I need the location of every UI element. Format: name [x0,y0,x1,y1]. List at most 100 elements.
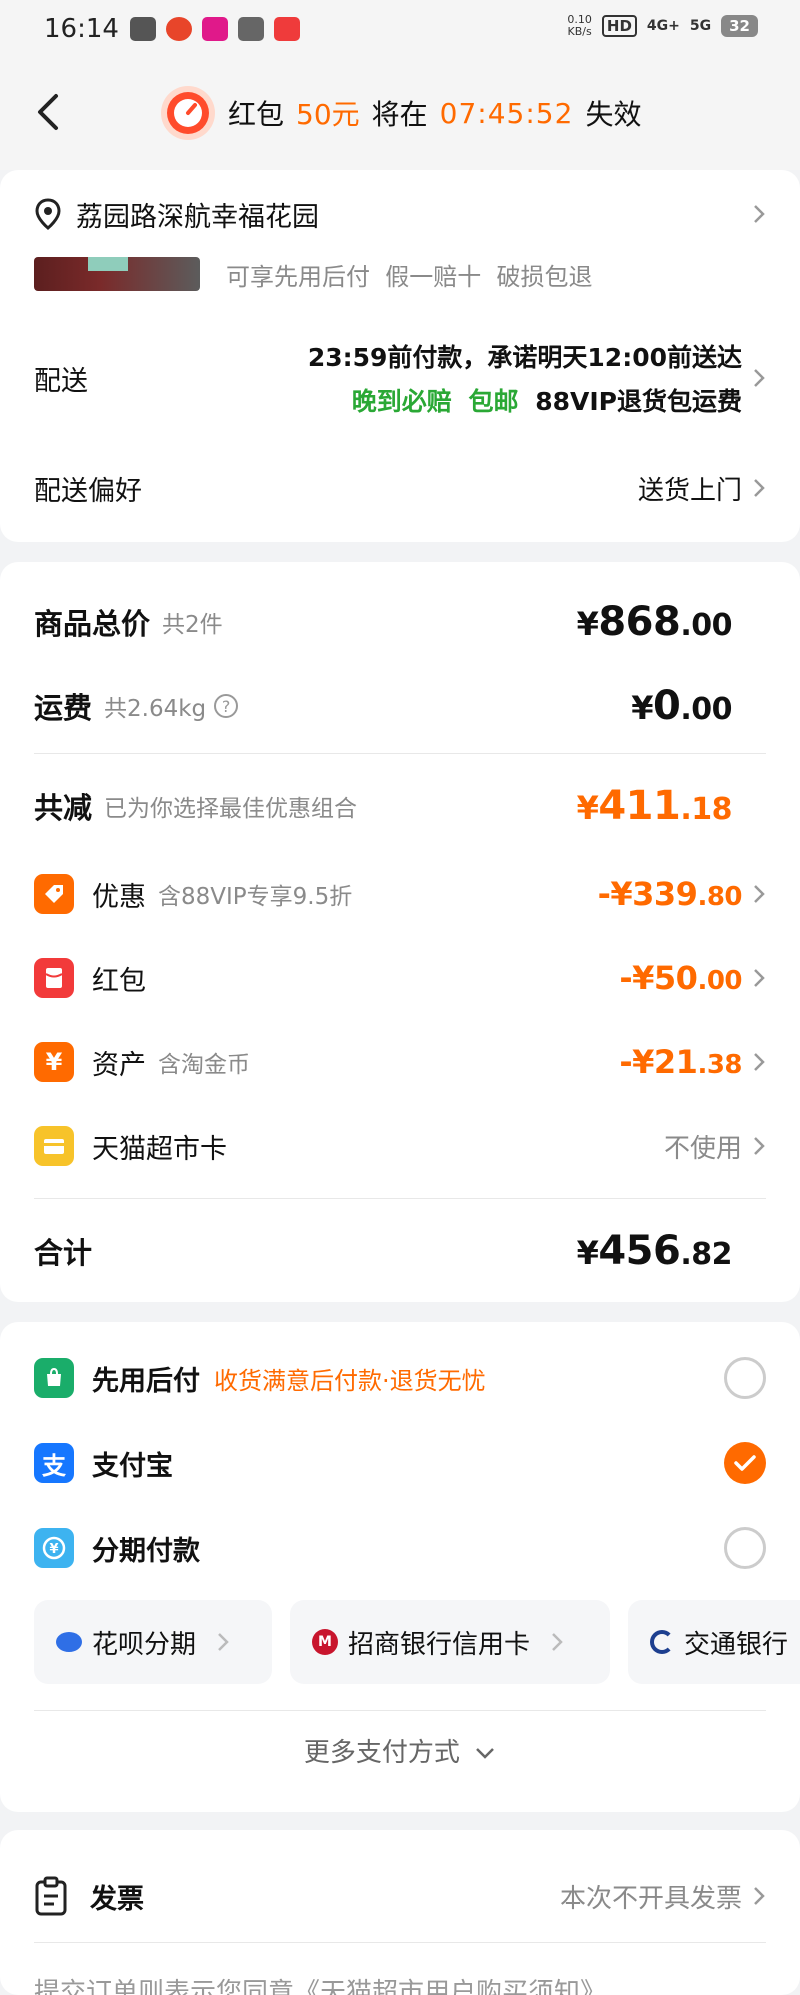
shipping-label: 运费 [34,691,93,725]
app-icon [202,17,228,41]
delivery-label: 配送 [34,365,88,397]
gift-card-icon [34,1126,74,1166]
hd-icon: HD [601,15,637,37]
payment-card: 先用后付 收货满意后付款·退货无忧 支 支付宝 ¥ 分期付款 更多支付方式 [0,1322,800,1812]
status-bar: 16:14 0.10 KB/s HD 4G+ 5G 32 [0,0,800,62]
red-packet-countdown: 红包 50元 将在 07:45:52 失效 [160,78,641,148]
invoice-card: 发票 本次不开具发票 提交订单则表示您同意《天猫超市用户购买须知》 [0,1830,800,1995]
product-thumbnail [34,257,200,291]
help-icon[interactable]: ? [214,694,239,718]
payment-option-pay-later[interactable]: 先用后付 收货满意后付款·退货无忧 [34,1350,766,1406]
free-shipping-tag: 包邮 [468,387,519,416]
chevron-right-icon [754,1053,765,1071]
red-packet-icon [34,958,74,998]
reduction-price: ¥411.18 [576,783,733,829]
installment-huabei[interactable]: 花呗分期 [34,1600,272,1684]
app-icon [274,17,300,41]
payment-option-alipay[interactable]: 支 支付宝 [34,1435,766,1491]
nav-bar: 红包 50元 将在 07:45:52 失效 [0,62,800,170]
goods-total-row: 商品总价 共2件 ¥868.00 [34,592,766,652]
alipay-icon: 支 [34,1443,74,1483]
product-row: 可享先用后付 假一赔十 破损包退 [34,252,766,296]
chevron-right-icon [754,205,765,223]
discount-row-coupon[interactable]: 优惠 含88VIP专享9.5折 -¥339.80 [34,866,766,922]
price-summary-card: 商品总价 共2件 ¥868.00 运费 共2.64kg ? ¥0.00 共减 已… [0,562,800,1302]
alarm-clock-icon [161,86,215,140]
divider [34,1198,766,1199]
divider [34,753,766,754]
chevron-right-icon [754,1887,765,1905]
shipping-row: 运费 共2.64kg ? ¥0.00 [34,676,766,736]
red-packet-amount: -¥50.00 [619,959,742,997]
reduction-label: 共减 [34,791,93,825]
invoice-label: 发票 [90,1883,144,1915]
installment-bocom[interactable]: 交通银行 [628,1600,800,1684]
notification-icons [130,17,300,41]
divider [34,1710,766,1711]
radio-button-checked[interactable] [724,1442,766,1484]
chevron-right-icon [552,1633,563,1651]
chevron-right-icon [218,1633,229,1651]
goods-total-label: 商品总价 [34,607,151,641]
delivery-preference-label: 配送偏好 [34,475,142,507]
price-tag-icon [34,874,74,914]
app-icon [130,17,156,41]
reduction-row: 共减 已为你选择最佳优惠组合 ¥411.18 [34,776,766,836]
pay-later-icon [34,1358,74,1398]
chevron-right-icon [754,1137,765,1155]
total-row: 合计 ¥456.82 [34,1218,766,1284]
discount-row-supermarket-card[interactable]: 天猫超市卡 不使用 [34,1118,766,1174]
product-tags: 可享先用后付 假一赔十 破损包退 [226,262,593,291]
status-right: 0.10 KB/s HD 4G+ 5G 32 [567,14,758,38]
svg-text:¥: ¥ [49,1542,58,1557]
address-row[interactable]: 荔园路深航幸福花园 [34,192,766,236]
address-delivery-card: 荔园路深航幸福花园 可享先用后付 假一赔十 破损包退 配送 23:59前付款，承… [0,170,800,542]
divider [34,1942,766,1943]
chevron-right-icon [754,479,765,497]
payment-option-installment[interactable]: ¥ 分期付款 [34,1520,766,1576]
delivery-preference-row[interactable]: 配送偏好 送货上门 [34,466,766,510]
app-icon [166,17,192,41]
invoice-row[interactable]: 发票 本次不开具发票 [34,1868,766,1924]
huabei-icon [56,1632,82,1652]
delivery-promise: 23:59前付款，承诺明天12:00前送达 [307,343,742,372]
chevron-right-icon [754,369,765,387]
reduction-note: 已为你选择最佳优惠组合 [104,796,358,822]
vip-return-tag: 88VIP退货包运费 [535,387,742,416]
signal-icon: 4G+ [646,18,680,34]
installment-icon: ¥ [34,1528,74,1568]
radio-button[interactable] [724,1527,766,1569]
installment-cmb[interactable]: M 招商银行信用卡 [290,1600,610,1684]
location-pin-icon [35,198,61,230]
discount-row-assets[interactable]: ¥ 资产 含淘金币 -¥21.38 [34,1034,766,1090]
more-payment-methods[interactable]: 更多支付方式 [0,1732,800,1769]
total-label: 合计 [34,1236,93,1270]
coupon-amount: -¥339.80 [597,875,743,913]
invoice-value: 本次不开具发票 [559,1883,742,1914]
late-compensation-tag: 晚到必赔 [351,387,452,416]
address-text: 荔园路深航幸福花园 [76,201,319,233]
app-icon [238,17,264,41]
clipboard-icon [35,1876,67,1916]
status-time: 16:14 [44,14,119,44]
chevron-down-icon [476,1748,495,1759]
battery-icon: 32 [721,15,758,37]
delivery-preference-value: 送货上门 [637,475,742,506]
delivery-row[interactable]: 配送 23:59前付款，承诺明天12:00前送达 晚到必赔 包邮 88VIP退货… [34,330,766,426]
pay-later-note: 收货满意后付款·退货无忧 [214,1366,486,1395]
cmb-bank-icon: M [312,1629,338,1655]
shipping-price: ¥0.00 [631,683,732,729]
goods-total-price: ¥868.00 [576,599,733,645]
purchase-agreement[interactable]: 提交订单则表示您同意《天猫超市用户购买须知》 [34,1972,606,1995]
shipping-weight: 共2.64kg [104,696,207,722]
back-icon[interactable] [30,90,70,134]
assets-amount: -¥21.38 [619,1043,742,1081]
radio-button[interactable] [724,1357,766,1399]
yen-coin-icon: ¥ [34,1042,74,1082]
signal-icon: 5G [689,18,712,34]
chevron-right-icon [754,969,765,987]
discount-row-red-packet[interactable]: 红包 -¥50.00 [34,950,766,1006]
net-speed: 0.10 KB/s [567,13,592,38]
total-price: ¥456.82 [576,1228,733,1274]
countdown-timer: 07:45:52 [439,96,574,130]
